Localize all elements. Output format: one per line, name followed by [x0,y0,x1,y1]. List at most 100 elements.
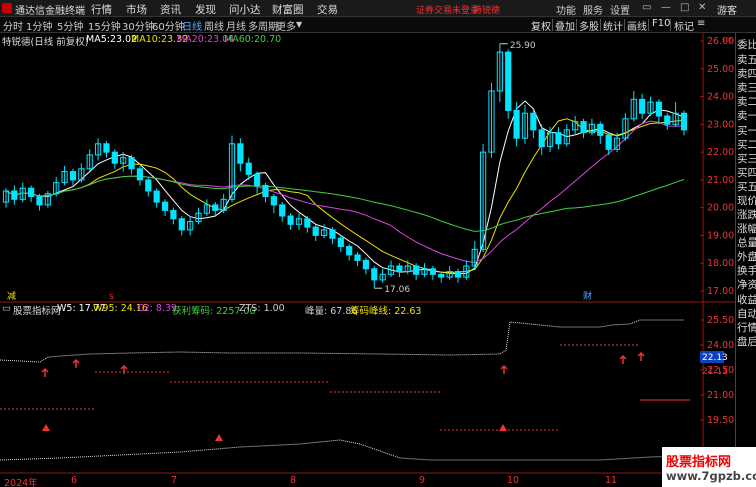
side-panel-label: 卖二 [737,96,756,108]
price-tick-label: 19.00 [707,230,734,241]
price-tick-label: 18.00 [707,258,734,269]
candle-down [538,129,545,148]
candle-down [530,112,537,131]
adjust-button[interactable]: 复权 [531,18,551,33]
signal-triangle [215,434,223,441]
candle-down [11,190,18,200]
candle-down [136,168,144,181]
side-panel-label: 总量 [737,237,756,249]
candle-down [153,190,160,203]
indicator-upper-line [0,319,684,363]
period-30min[interactable]: 30分钟 [122,18,155,33]
watermark-title: 股票指标网 [666,455,732,470]
period-daily[interactable]: 日线 [182,18,202,33]
candle-down [680,112,688,131]
price-tick-label: 25.00 [707,64,734,75]
period-timeshare[interactable]: 分时 [3,18,23,33]
menu-wenxiaoda[interactable]: 问小达 [229,2,261,17]
overlay-button[interactable]: 叠加 [555,18,575,33]
side-panel-label: 收益 [737,294,756,306]
menu-settings[interactable]: 设置 [610,2,630,17]
candle-down [354,254,361,261]
candle-down [111,151,118,164]
toolbar-divider [600,19,601,31]
period-multi[interactable]: 多周期 [248,18,278,33]
menu-service[interactable]: 服务 [583,2,603,17]
toolbar-divider [552,19,553,31]
price-tick-label: 23.00 [707,119,734,130]
month-label: 11 [605,475,618,486]
candle-down [505,51,512,111]
candle-down [655,101,662,117]
chart-area[interactable]: 25.9017.06减 s 财 26.0025.0024.0023.0022.002… [0,33,735,487]
price-tick-label: 22.00 [707,147,734,158]
candle-down [312,226,319,236]
month-label: 9 [419,475,426,486]
period-1min[interactable]: 1分钟 [26,18,52,33]
menu-wealth[interactable]: 财富圈 [272,2,304,17]
side-panel-label: 买五 [737,181,756,193]
draw-line-button[interactable]: 画线 [627,18,647,33]
menu-news[interactable]: 资讯 [160,2,181,17]
period-weekly[interactable]: 周线 [204,18,224,33]
indicator-axis-label: 19.50 [707,415,734,426]
indicator-layer [0,319,690,461]
toolbar-divider [648,19,649,31]
mark-button[interactable]: 标记 [674,18,694,33]
side-panel-label: 买一 [737,125,756,137]
period-monthly[interactable]: 月线 [226,18,246,33]
candle-down [28,187,35,198]
side-panel-label[interactable]: 自动 [737,306,756,321]
stock-name-tag: 特锐德 [473,6,501,16]
candlestick-series: 25.90 17.06 减 s 财 [2,41,688,302]
price-tick-label: 17.00 [707,286,734,297]
candle-down [170,209,177,220]
candle-down [161,201,169,211]
menu-discover[interactable]: 发现 [195,2,216,17]
multi-stock-button[interactable]: 多股 [579,18,599,33]
period-more[interactable]: 更多 [276,18,296,33]
side-panel-label: 卖三 [737,82,756,94]
candle-down [128,157,135,170]
event-marker: s [109,292,114,302]
menu-market[interactable]: 市场 [126,2,147,17]
toolbar-divider [624,19,625,31]
window-restore-icon[interactable]: ▭ [642,2,651,13]
indicator-menu-icon[interactable]: ▭ [2,303,11,314]
ma20-line [5,120,685,264]
year-label: 2024年 [4,478,38,487]
guest-label[interactable]: 游客 [717,2,737,17]
toolbar-menu-icon[interactable]: ≡ [697,18,705,32]
window-minimize-icon[interactable]: — [661,2,671,13]
candle-down [103,143,110,153]
side-panel-label[interactable]: 盘后 [737,334,756,349]
period-15min[interactable]: 15分钟 [88,18,121,33]
more-dropdown-icon[interactable]: ▼ [296,20,302,29]
candle-down [270,196,277,206]
ma60-line [5,175,685,232]
period-60min[interactable]: 60分钟 [152,18,185,33]
indicator-axis-label: 25.50 [707,315,734,326]
candle-down [513,109,520,139]
zts-label: ZTS: 1.00 [239,303,285,314]
candle-down [438,273,445,278]
price-tick-label: 20.00 [707,203,734,214]
side-panel-label: 净资 [737,279,756,291]
candle-down [237,143,244,164]
candle-down [212,204,219,211]
side-panel-label: 涨跌 [737,209,756,221]
menu-quotes[interactable]: 行情 [91,2,112,17]
stats-button[interactable]: 统计 [603,18,623,33]
window-maximize-icon[interactable]: □ [680,2,689,13]
login-status[interactable]: 证券交易未登录 [416,3,479,16]
menu-trade[interactable]: 交易 [317,2,338,17]
f10-button[interactable]: F10 [652,18,670,32]
candle-down [605,134,612,150]
menu-function[interactable]: 功能 [556,2,576,17]
period-5min[interactable]: 5分钟 [57,18,83,33]
window-close-icon[interactable]: ✕ [698,2,706,13]
candle-down [262,184,269,198]
candle-down [279,204,286,217]
candle-down [254,173,261,186]
side-panel-label[interactable]: 行情 [737,320,756,335]
